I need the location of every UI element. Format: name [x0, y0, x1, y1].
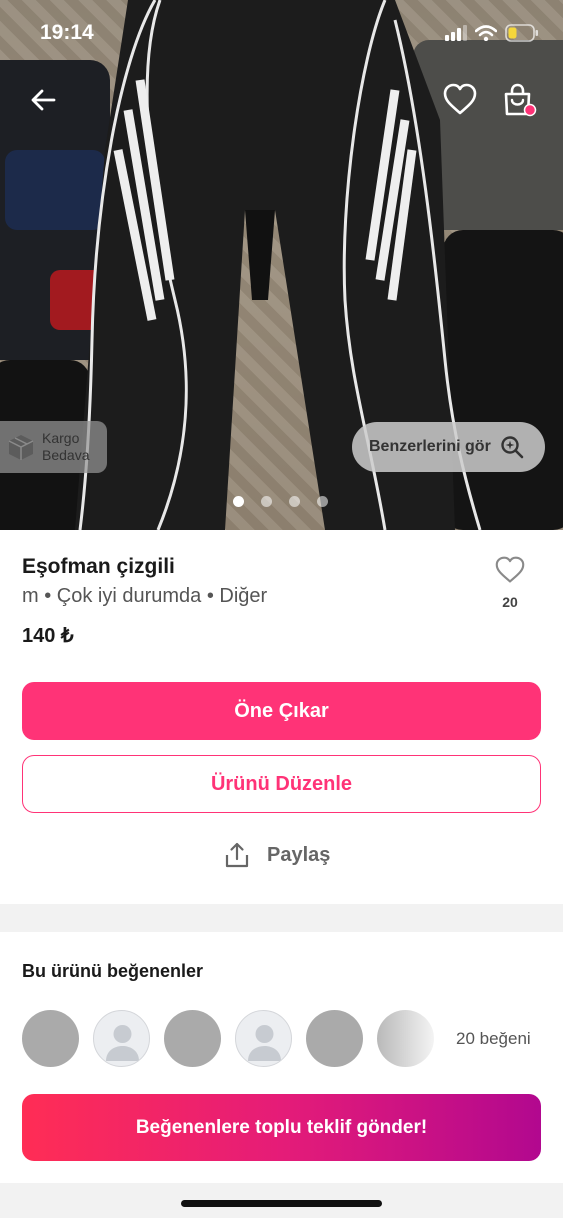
box-icon — [8, 435, 34, 460]
back-button[interactable] — [28, 84, 60, 116]
avatar[interactable] — [93, 1010, 150, 1067]
signal-icon — [445, 25, 467, 41]
product-meta: m • Çok iyi durumda • Diğer — [22, 585, 268, 607]
status-bar: 19:14 — [0, 0, 563, 60]
likers-section: Bu ürünü beğenenler 20 beğeni Beğenenler… — [0, 932, 563, 1183]
shipping-badge-line2: Bedava — [42, 447, 90, 463]
arrow-left-icon — [31, 89, 56, 111]
home-indicator[interactable] — [181, 1200, 382, 1207]
likers-count[interactable]: 20 beğeni — [456, 1029, 531, 1049]
promote-button[interactable]: Öne Çıkar — [22, 682, 541, 740]
pager-dot[interactable] — [261, 496, 272, 507]
search-sparkle-icon — [501, 436, 524, 459]
favorite-button[interactable] — [442, 82, 478, 118]
bulk-offer-button[interactable]: Beğenenlere toplu teklif gönder! — [22, 1094, 541, 1161]
status-time: 19:14 — [40, 21, 94, 44]
shopping-bag-icon — [504, 83, 537, 117]
likers-avatars — [22, 1010, 434, 1067]
heart-icon — [495, 556, 525, 583]
product-detail-screen: 19:14 Kargo Bedava Benzerlerini gör Eşof… — [0, 0, 563, 1218]
pager-dot[interactable] — [317, 496, 328, 507]
product-like-button[interactable]: 20 — [490, 555, 530, 610]
battery-icon — [505, 24, 538, 42]
photo-pager[interactable] — [233, 496, 328, 507]
product-photo[interactable]: 19:14 Kargo Bedava Benzerlerini gör — [0, 0, 563, 530]
person-placeholder-icon — [106, 1025, 139, 1061]
product-like-count: 20 — [502, 594, 518, 610]
share-label: Paylaş — [267, 843, 331, 866]
cart-badge — [523, 103, 537, 117]
pager-dot[interactable] — [233, 496, 244, 507]
free-shipping-text: Kargo Bedava — [42, 430, 89, 464]
free-shipping-badge: Kargo Bedava — [0, 421, 107, 473]
person-placeholder-icon — [248, 1025, 281, 1061]
status-icons — [445, 24, 539, 42]
likers-title: Bu ürünü beğenenler — [22, 961, 204, 981]
avatar[interactable] — [22, 1010, 79, 1067]
heart-icon — [443, 83, 477, 115]
see-similar-button[interactable]: Benzerlerini gör — [352, 422, 545, 472]
see-similar-label: Benzerlerini gör — [369, 438, 491, 455]
shipping-badge-line1: Kargo — [42, 430, 80, 446]
product-info-section: Eşofman çizgili m • Çok iyi durumda • Di… — [0, 530, 563, 904]
avatar[interactable] — [164, 1010, 221, 1067]
pager-dot[interactable] — [289, 496, 300, 507]
product-price: 140 ₺ — [22, 625, 74, 647]
cart-button[interactable] — [500, 82, 538, 120]
share-icon — [225, 842, 249, 868]
avatar[interactable] — [377, 1010, 434, 1067]
share-button[interactable]: Paylaş — [225, 842, 330, 868]
product-title: Eşofman çizgili — [22, 555, 175, 578]
avatar[interactable] — [235, 1010, 292, 1067]
avatar[interactable] — [306, 1010, 363, 1067]
wifi-icon — [475, 25, 497, 41]
edit-product-button[interactable]: Ürünü Düzenle — [22, 755, 541, 813]
